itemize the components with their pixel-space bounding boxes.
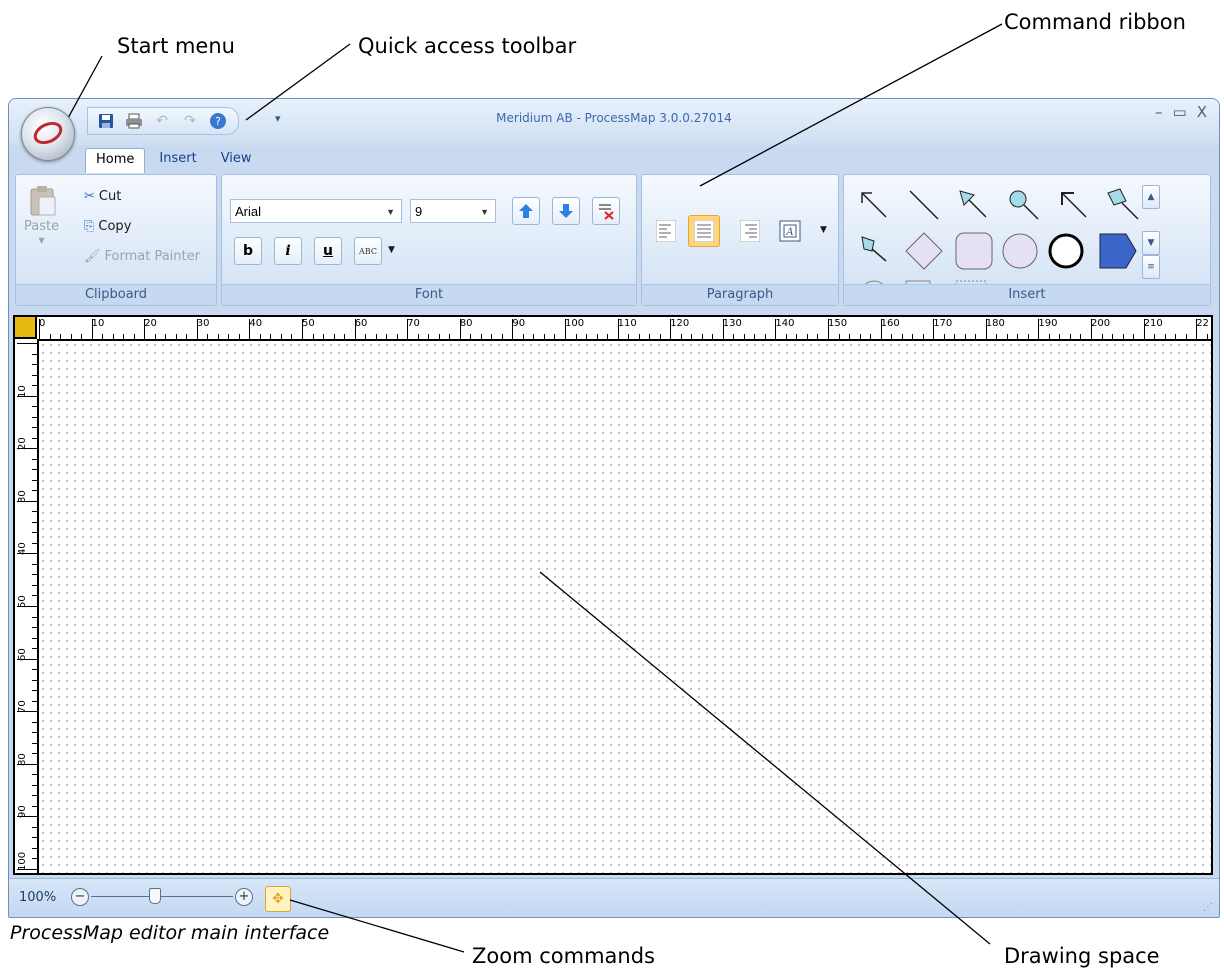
zoom-commands-leader: [289, 899, 465, 953]
quick-access-leader: [245, 43, 351, 121]
processmap-logo-icon: [30, 117, 66, 149]
drawing-space-leader: [539, 571, 991, 945]
command-ribbon-leader: [699, 23, 1003, 187]
callout-lines: [55, 23, 1003, 953]
start-menu-button[interactable]: [21, 107, 75, 161]
